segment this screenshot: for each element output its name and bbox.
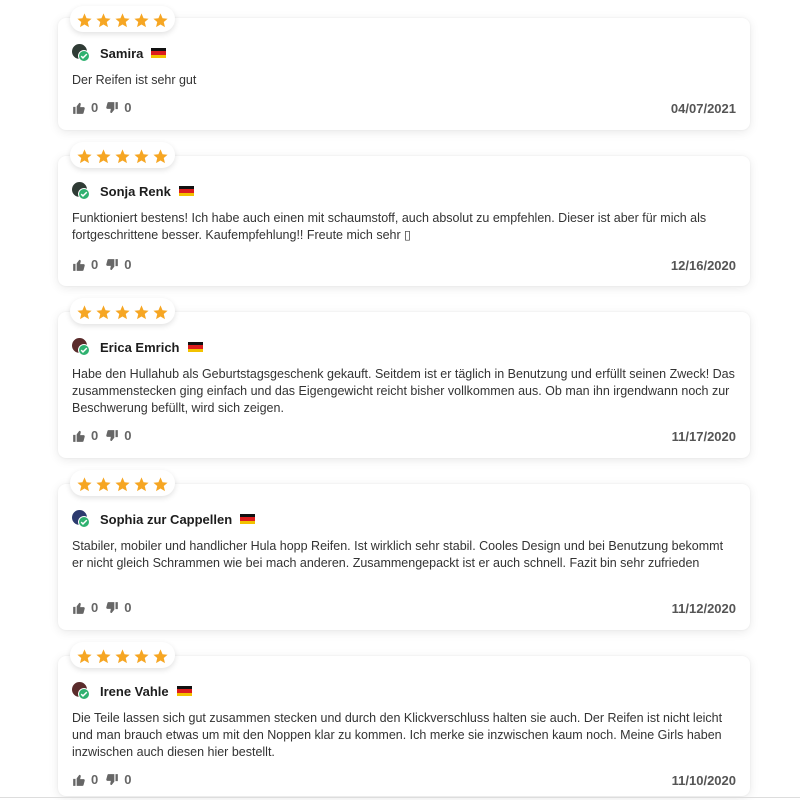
verified-check-icon bbox=[78, 50, 90, 62]
verified-check-icon bbox=[78, 188, 90, 200]
star-icon bbox=[153, 476, 168, 491]
like-count: 0 bbox=[91, 772, 99, 787]
review-text: Habe den Hullahub als Geburtstagsgeschen… bbox=[72, 367, 735, 415]
avatar bbox=[72, 682, 90, 700]
star-icon bbox=[96, 476, 111, 491]
star-icon bbox=[96, 304, 111, 319]
verified-check-icon bbox=[78, 344, 90, 356]
star-icon bbox=[134, 12, 149, 27]
review-list: Samira Der Reifen ist sehr gut 0 0 04/07… bbox=[0, 0, 800, 800]
verified-check-icon bbox=[78, 516, 90, 528]
review-text: Die Teile lassen sich gut zusammen steck… bbox=[72, 711, 723, 759]
like-count: 0 bbox=[91, 600, 99, 615]
thumbs-down-icon[interactable] bbox=[105, 429, 119, 443]
vote-row: 0 0 bbox=[72, 772, 138, 787]
review-text: Funktioniert bestens! Ich habe auch eine… bbox=[72, 211, 707, 242]
dislike-count: 0 bbox=[124, 100, 132, 115]
review-date: 12/16/2020 bbox=[670, 258, 736, 273]
review-date: 11/17/2020 bbox=[671, 429, 736, 444]
reviewer: Sophia zur Cappellen bbox=[72, 510, 256, 528]
reviewer-name: Sonja Renk bbox=[100, 183, 171, 199]
star-icon bbox=[115, 304, 130, 319]
reviewer-name: Sophia zur Cappellen bbox=[100, 511, 233, 527]
star-rating bbox=[70, 298, 175, 324]
verified-check-icon bbox=[78, 688, 90, 700]
reviewer-name: Erica Emrich bbox=[100, 339, 180, 355]
vote-row: 0 0 bbox=[72, 600, 138, 615]
star-icon bbox=[134, 304, 149, 319]
review-card: Irene Vahle Die Teile lassen sich gut zu… bbox=[58, 642, 750, 796]
star-icon bbox=[153, 304, 168, 319]
avatar bbox=[72, 338, 90, 356]
star-icon bbox=[153, 12, 168, 27]
star-icon bbox=[77, 12, 92, 27]
avatar bbox=[72, 182, 90, 200]
star-rating bbox=[70, 642, 175, 668]
vote-row: 0 0 bbox=[72, 257, 138, 272]
german-flag-icon bbox=[187, 342, 203, 352]
star-icon bbox=[115, 476, 130, 491]
reviewer: Irene Vahle bbox=[72, 682, 192, 700]
review-date: 04/07/2021 bbox=[670, 101, 736, 116]
thumbs-up-icon[interactable] bbox=[72, 601, 86, 615]
review-card: Sophia zur Cappellen Stabiler, mobiler u… bbox=[58, 470, 750, 630]
dislike-count: 0 bbox=[124, 257, 132, 272]
reviewer-name: Irene Vahle bbox=[100, 683, 169, 699]
thumbs-up-icon[interactable] bbox=[72, 101, 86, 115]
german-flag-icon bbox=[151, 48, 167, 58]
like-count: 0 bbox=[91, 257, 99, 272]
review-card: Sonja Renk Funktioniert bestens! Ich hab… bbox=[58, 142, 750, 286]
review-text: Der Reifen ist sehr gut bbox=[72, 73, 197, 87]
vote-row: 0 0 bbox=[72, 428, 138, 443]
vote-row: 0 0 bbox=[72, 100, 138, 115]
divider bbox=[0, 797, 800, 798]
thumbs-down-icon[interactable] bbox=[105, 773, 119, 787]
avatar bbox=[72, 510, 90, 528]
reviewer: Sonja Renk bbox=[72, 182, 194, 200]
german-flag-icon bbox=[176, 686, 192, 696]
star-rating bbox=[70, 6, 175, 32]
star-icon bbox=[153, 648, 168, 663]
thumbs-up-icon[interactable] bbox=[72, 429, 86, 443]
review-card: Samira Der Reifen ist sehr gut 0 0 04/07… bbox=[58, 6, 750, 130]
star-rating bbox=[70, 142, 175, 168]
thumbs-down-icon[interactable] bbox=[105, 258, 119, 272]
star-icon bbox=[153, 148, 168, 163]
avatar bbox=[72, 44, 90, 62]
star-icon bbox=[96, 648, 111, 663]
star-icon bbox=[77, 476, 92, 491]
thumbs-up-icon[interactable] bbox=[72, 258, 86, 272]
german-flag-icon bbox=[240, 514, 256, 524]
star-icon bbox=[96, 148, 111, 163]
star-icon bbox=[77, 304, 92, 319]
thumbs-down-icon[interactable] bbox=[105, 601, 119, 615]
dislike-count: 0 bbox=[124, 600, 132, 615]
review-text: Stabiler, mobiler und handlicher Hula ho… bbox=[72, 539, 724, 570]
thumbs-up-icon[interactable] bbox=[72, 773, 86, 787]
star-rating bbox=[70, 470, 175, 496]
reviewer: Erica Emrich bbox=[72, 338, 203, 356]
star-icon bbox=[115, 12, 130, 27]
star-icon bbox=[134, 476, 149, 491]
german-flag-icon bbox=[178, 186, 194, 196]
review-card: Erica Emrich Habe den Hullahub als Gebur… bbox=[58, 298, 750, 458]
star-icon bbox=[115, 148, 130, 163]
star-icon bbox=[77, 648, 92, 663]
reviewer-name: Samira bbox=[100, 45, 144, 61]
review-date: 11/10/2020 bbox=[671, 773, 736, 788]
dislike-count: 0 bbox=[124, 428, 132, 443]
review-date: 11/12/2020 bbox=[671, 601, 736, 616]
thumbs-down-icon[interactable] bbox=[105, 101, 119, 115]
star-icon bbox=[115, 648, 130, 663]
star-icon bbox=[77, 148, 92, 163]
dislike-count: 0 bbox=[124, 772, 132, 787]
star-icon bbox=[96, 12, 111, 27]
reviewer: Samira bbox=[72, 44, 167, 62]
star-icon bbox=[134, 648, 149, 663]
like-count: 0 bbox=[91, 100, 99, 115]
like-count: 0 bbox=[91, 428, 99, 443]
star-icon bbox=[134, 148, 149, 163]
